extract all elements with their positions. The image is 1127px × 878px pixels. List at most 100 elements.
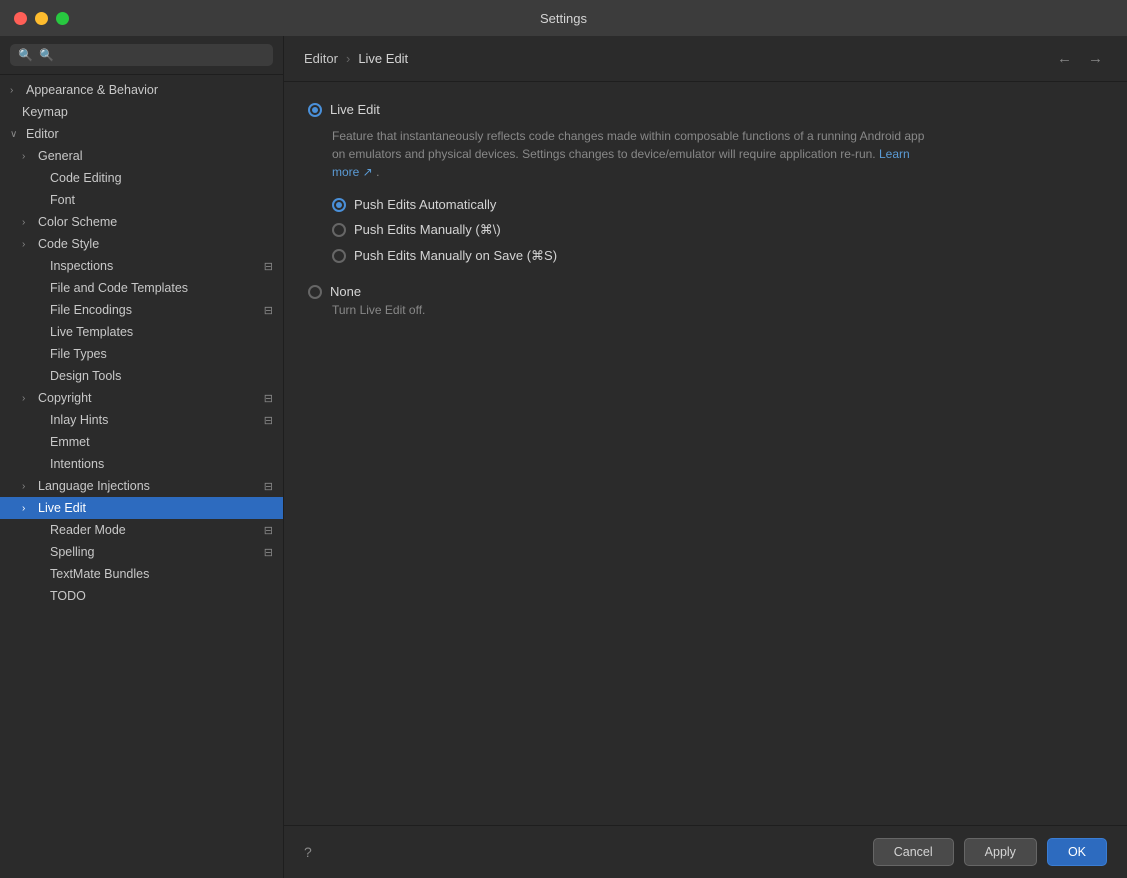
search-wrap[interactable]: 🔍 [10,44,273,66]
sidebar-item-label: Keymap [22,105,68,119]
sidebar-item-color-scheme[interactable]: › Color Scheme [0,211,283,233]
sidebar-item-label: Copyright [38,391,92,405]
sidebar-item-file-types[interactable]: File Types [0,343,283,365]
sidebar-item-reader-mode[interactable]: Reader Mode ⊟ [0,519,283,541]
sidebar-item-label: Inlay Hints [50,413,108,427]
content-header: Editor › Live Edit ← → [284,36,1127,82]
breadcrumb-parent: Editor [304,51,338,66]
sidebar-item-code-editing[interactable]: Code Editing [0,167,283,189]
sidebar-item-label: Spelling [50,545,94,559]
footer-left: ? [304,844,312,860]
sidebar-item-code-style[interactable]: › Code Style [0,233,283,255]
sidebar-item-label: Code Style [38,237,99,251]
sidebar-item-font[interactable]: Font [0,189,283,211]
sidebar-item-editor[interactable]: ∨ Editor [0,123,283,145]
chevron-icon: › [22,239,34,250]
none-section: None Turn Live Edit off. [308,284,1103,317]
titlebar: Settings [0,0,1127,36]
sidebar-item-label: Live Templates [50,325,133,339]
nav-tree: › Appearance & Behavior Keymap ∨ Editor … [0,75,283,878]
sidebar-item-intentions[interactable]: Intentions [0,453,283,475]
window-controls[interactable] [14,12,69,25]
main-option-label: Live Edit [330,102,380,117]
badge-icon: ⊟ [264,260,273,273]
radio-push-manual[interactable]: Push Edits Manually (⌘\) [332,222,1103,238]
window-title: Settings [540,11,587,26]
sidebar-item-copyright[interactable]: › Copyright ⊟ [0,387,283,409]
sidebar-item-label: TextMate Bundles [50,567,149,581]
sidebar-item-label: Design Tools [50,369,121,383]
sidebar-item-inlay-hints[interactable]: Inlay Hints ⊟ [0,409,283,431]
none-description: Turn Live Edit off. [332,303,1103,317]
chevron-icon: ∨ [10,129,22,140]
breadcrumb: Editor › Live Edit [304,51,408,66]
sidebar-item-label: Inspections [50,259,113,273]
search-bar: 🔍 [0,36,283,75]
content-body: Live Edit Feature that instantaneously r… [284,82,1127,825]
badge-icon: ⊟ [264,480,273,493]
content-panel: Editor › Live Edit ← → Live Edit Feature… [284,36,1127,878]
radio-push-auto-circle[interactable] [332,198,346,212]
badge-icon: ⊟ [264,414,273,427]
sidebar-item-emmet[interactable]: Emmet [0,431,283,453]
radio-push-auto-label: Push Edits Automatically [354,197,496,212]
sidebar-item-label: General [38,149,82,163]
sidebar: 🔍 › Appearance & Behavior Keymap ∨ Edito… [0,36,284,878]
sidebar-item-label: Reader Mode [50,523,126,537]
sidebar-item-label: Editor [26,127,59,141]
close-button[interactable] [14,12,27,25]
main-option-row[interactable]: Live Edit [308,102,1103,117]
search-input[interactable] [39,48,265,62]
back-arrow[interactable]: ← [1053,48,1076,69]
radio-push-manual-label: Push Edits Manually (⌘\) [354,222,501,238]
radio-push-save-circle[interactable] [332,249,346,263]
sidebar-item-label: File and Code Templates [50,281,188,295]
sidebar-item-label: Emmet [50,435,90,449]
sidebar-item-inspections[interactable]: Inspections ⊟ [0,255,283,277]
sidebar-item-file-code-templates[interactable]: File and Code Templates [0,277,283,299]
sidebar-item-label: Code Editing [50,171,122,185]
sidebar-item-label: Appearance & Behavior [26,83,158,97]
chevron-icon: › [22,393,34,404]
main-option-radio[interactable] [308,103,322,117]
sidebar-item-live-edit[interactable]: › Live Edit [0,497,283,519]
sidebar-item-label: Intentions [50,457,104,471]
help-icon[interactable]: ? [304,844,312,860]
sidebar-item-label: Font [50,193,75,207]
breadcrumb-current: Live Edit [358,51,408,66]
sidebar-item-label: File Types [50,347,107,361]
sidebar-item-file-encodings[interactable]: File Encodings ⊟ [0,299,283,321]
footer: ? Cancel Apply OK [284,825,1127,878]
sidebar-item-general[interactable]: › General [0,145,283,167]
radio-none-circle[interactable] [308,285,322,299]
radio-push-save-label: Push Edits Manually on Save (⌘S) [354,248,557,264]
chevron-icon: › [10,85,22,96]
none-label: None [330,284,361,299]
sidebar-item-spelling[interactable]: Spelling ⊟ [0,541,283,563]
radio-push-auto[interactable]: Push Edits Automatically [332,197,1103,212]
ok-button[interactable]: OK [1047,838,1107,866]
radio-push-manual-circle[interactable] [332,223,346,237]
nav-arrows: ← → [1053,48,1107,69]
maximize-button[interactable] [56,12,69,25]
sidebar-item-appearance[interactable]: › Appearance & Behavior [0,79,283,101]
minimize-button[interactable] [35,12,48,25]
sidebar-item-live-templates[interactable]: Live Templates [0,321,283,343]
sidebar-item-keymap[interactable]: Keymap [0,101,283,123]
sidebar-item-textmate-bundles[interactable]: TextMate Bundles [0,563,283,585]
breadcrumb-separator: › [346,51,350,66]
sidebar-item-label: Color Scheme [38,215,117,229]
sidebar-item-todo[interactable]: TODO [0,585,283,607]
sidebar-item-language-injections[interactable]: › Language Injections ⊟ [0,475,283,497]
live-edit-description: Feature that instantaneously reflects co… [332,127,932,181]
main-layout: 🔍 › Appearance & Behavior Keymap ∨ Edito… [0,36,1127,878]
cancel-button[interactable]: Cancel [873,838,954,866]
sidebar-item-design-tools[interactable]: Design Tools [0,365,283,387]
sidebar-item-label: File Encodings [50,303,132,317]
search-icon: 🔍 [18,48,33,62]
apply-button[interactable]: Apply [964,838,1037,866]
forward-arrow[interactable]: → [1084,48,1107,69]
radio-push-save[interactable]: Push Edits Manually on Save (⌘S) [332,248,1103,264]
chevron-icon: › [22,217,34,228]
radio-none[interactable]: None [308,284,1103,299]
